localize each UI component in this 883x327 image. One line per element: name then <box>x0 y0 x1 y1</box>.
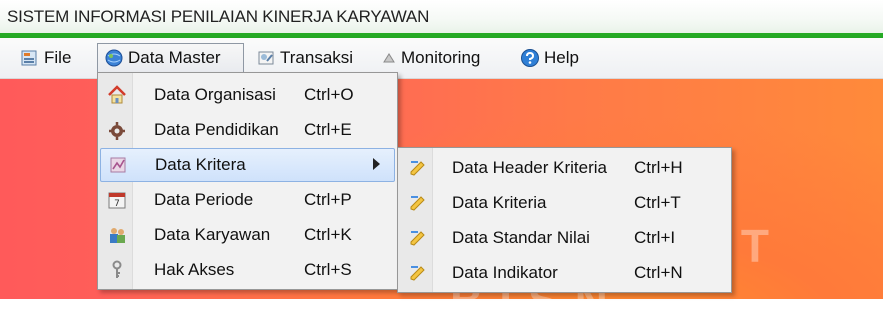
menu-item-data-pendidikan[interactable]: Data Pendidikan Ctrl+E <box>100 113 395 147</box>
file-icon <box>20 48 40 68</box>
menu-item-label: Data Periode <box>154 190 254 209</box>
menu-item-label: Data Pendidikan <box>154 120 279 139</box>
menu-file[interactable]: File <box>14 43 77 73</box>
menu-item-shortcut: Ctrl+P <box>304 190 352 209</box>
submenu-item-label: Data Standar Nilai <box>452 228 590 247</box>
menu-item-data-periode[interactable]: 7 Data Periode Ctrl+P <box>100 183 395 217</box>
menu-file-label: File <box>44 48 72 67</box>
svg-text:7: 7 <box>114 199 120 209</box>
submenu-item-shortcut: Ctrl+I <box>634 228 676 247</box>
key-icon <box>106 259 128 281</box>
menu-item-label: Data Karyawan <box>154 225 271 244</box>
data-master-dropdown: Data Organisasi Ctrl+O Data Pendidikan C… <box>97 72 398 290</box>
pencil-icon <box>406 262 428 284</box>
menu-item-shortcut: Ctrl+K <box>304 225 352 244</box>
menu-data-master[interactable]: Data Master <box>97 43 244 73</box>
house-icon <box>106 84 128 106</box>
menu-item-data-kritera[interactable]: Data Kritera <box>100 148 395 182</box>
people-icon <box>106 224 128 246</box>
menu-item-label: Data Organisasi <box>154 85 276 104</box>
kritera-submenu: Data Header Kriteria Ctrl+H Data Kriteri… <box>397 147 732 293</box>
transaksi-icon <box>256 48 276 68</box>
menu-item-hak-akses[interactable]: Hak Akses Ctrl+S <box>100 253 395 287</box>
menu-item-shortcut: Ctrl+E <box>304 120 352 139</box>
submenu-item-label: Data Indikator <box>452 263 558 282</box>
pencil-icon <box>406 192 428 214</box>
submenu-item-data-kriteria[interactable]: Data Kriteria Ctrl+T <box>400 186 729 220</box>
menu-data-master-label: Data Master <box>128 48 221 67</box>
menu-item-label: Data Kritera <box>155 155 246 174</box>
chart-icon <box>107 154 129 176</box>
submenu-item-shortcut: Ctrl+T <box>634 193 681 212</box>
menu-transaksi[interactable]: Transaksi <box>250 43 359 73</box>
menu-help-label: Help <box>544 48 579 67</box>
pencil-icon <box>406 227 428 249</box>
submenu-item-data-standar-nilai[interactable]: Data Standar Nilai Ctrl+I <box>400 221 729 255</box>
menu-monitoring[interactable]: Monitoring <box>375 43 486 73</box>
submenu-item-shortcut: Ctrl+N <box>634 263 683 282</box>
submenu-item-data-indikator[interactable]: Data Indikator Ctrl+N <box>400 256 729 290</box>
submenu-item-label: Data Header Kriteria <box>452 158 607 177</box>
monitoring-icon <box>381 48 397 68</box>
help-icon <box>520 48 540 68</box>
globe-icon <box>104 48 124 68</box>
menu-item-shortcut: Ctrl+S <box>304 260 352 279</box>
calendar-icon: 7 <box>106 189 128 211</box>
menu-item-data-organisasi[interactable]: Data Organisasi Ctrl+O <box>100 78 395 112</box>
menu-item-shortcut: Ctrl+O <box>304 85 354 104</box>
menu-help[interactable]: Help <box>514 43 585 73</box>
submenu-item-shortcut: Ctrl+H <box>634 158 683 177</box>
menu-item-label: Hak Akses <box>154 260 235 279</box>
submenu-arrow-icon <box>373 158 380 170</box>
menu-transaksi-label: Transaksi <box>280 48 354 67</box>
window-titlebar: SISTEM INFORMASI PENILAIAN KINERJA KARYA… <box>0 0 883 38</box>
submenu-item-label: Data Kriteria <box>452 193 547 212</box>
window-title: SISTEM INFORMASI PENILAIAN KINERJA KARYA… <box>7 7 430 26</box>
gear-icon <box>106 119 128 141</box>
pencil-icon <box>406 157 428 179</box>
menu-monitoring-label: Monitoring <box>401 48 481 67</box>
menu-item-data-karyawan[interactable]: Data Karyawan Ctrl+K <box>100 218 395 252</box>
submenu-item-data-header-kriteria[interactable]: Data Header Kriteria Ctrl+H <box>400 151 729 185</box>
